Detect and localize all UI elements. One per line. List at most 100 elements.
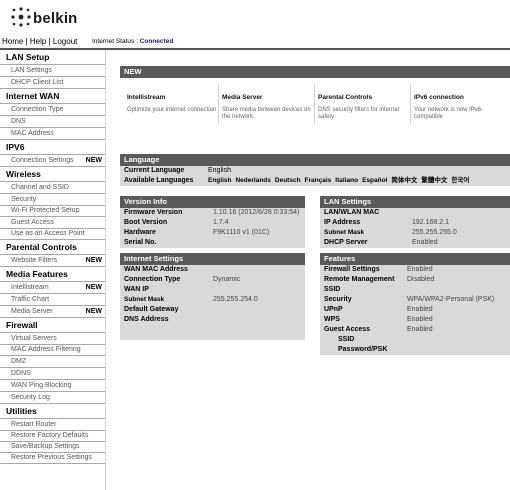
- sidebar-item-media-server[interactable]: Media Server NEW: [0, 306, 105, 318]
- sidebar-item-intellistream[interactable]: Intellistream NEW: [0, 282, 105, 294]
- sidebar-item-restore-previous-settings[interactable]: Restore Previous Settings: [0, 453, 105, 464]
- info-row: Hardware F9K1110 v1 (01C): [120, 228, 305, 238]
- info-row: SSID: [320, 335, 510, 345]
- language-option[interactable]: 繁體中文: [421, 177, 447, 184]
- sidebar-item-dns[interactable]: DNS: [0, 116, 105, 128]
- language-option[interactable]: 简体中文: [391, 177, 417, 184]
- feature-media-server[interactable]: Media Server Share media between devices…: [218, 84, 316, 124]
- sidebar-section-title: Utilities: [0, 404, 105, 419]
- info-label: WPS: [324, 316, 340, 323]
- nav-separator: |: [48, 37, 51, 46]
- sidebar-item-label: Virtual Servers: [11, 335, 57, 342]
- info-label: Firewall Settings: [324, 266, 380, 273]
- sidebar-item-save-backup-settings[interactable]: Save/Backup Settings: [0, 442, 105, 453]
- features-header: Features: [320, 253, 510, 265]
- sidebar-item-ddns[interactable]: DDNS: [0, 368, 105, 380]
- sidebar-item-label: MAC Address: [11, 130, 54, 137]
- info-label: Boot Version: [124, 219, 168, 226]
- info-value: Enabled: [407, 306, 433, 313]
- info-row: Connection Type Dynamic: [120, 275, 305, 285]
- sidebar-section-title: Firewall: [0, 318, 105, 333]
- info-value: Disabled: [407, 276, 435, 283]
- sidebar-item-label: LAN Settings: [11, 67, 52, 74]
- main-content: NEW Intellistream Optimize your internet…: [115, 50, 510, 490]
- info-row: DHCP Server Enabled: [320, 238, 510, 248]
- sidebar-item-use-as-an-access-point[interactable]: Use as an Access Point: [0, 229, 105, 240]
- logout-link[interactable]: Logout: [53, 37, 77, 46]
- info-row: WAN MAC Address: [120, 265, 305, 275]
- feature-parental-controls[interactable]: Parental Controls DNS security filters f…: [314, 84, 412, 124]
- sidebar-item-virtual-servers[interactable]: Virtual Servers: [0, 333, 105, 345]
- features-panel: Features Firewall Settings Enabled Remote …: [320, 253, 510, 355]
- info-value: 192.168.2.1: [412, 219, 449, 226]
- language-option[interactable]: English: [208, 177, 231, 184]
- info-value: Enabled: [407, 326, 433, 333]
- info-row: Security WPA/WPA2-Personal (PSK): [320, 295, 510, 305]
- sidebar-item-label: Website Filters: [11, 257, 58, 264]
- help-link[interactable]: Help: [30, 37, 46, 46]
- feature-description: Share media between devices on the netwo…: [222, 107, 311, 120]
- sidebar-item-label: DNS: [11, 118, 26, 125]
- sidebar-item-traffic-chart[interactable]: Traffic Chart: [0, 294, 105, 306]
- sidebar-item-mac-address-filtering[interactable]: MAC Address Filtering: [0, 345, 105, 356]
- info-label: IP Address: [324, 219, 361, 226]
- sidebar-item-restart-router[interactable]: Restart Router: [0, 419, 105, 431]
- info-label: Serial No.: [124, 239, 157, 246]
- sidebar-item-lan-settings[interactable]: LAN Settings: [0, 65, 105, 77]
- info-label: DNS Address: [124, 316, 169, 323]
- sidebar-item-security-log[interactable]: Security Log: [0, 392, 105, 404]
- sidebar-section-title: Internet WAN: [0, 89, 105, 104]
- language-option[interactable]: Italiano: [335, 177, 358, 184]
- info-row: LAN/WLAN MAC: [320, 208, 510, 218]
- info-value: 255.255.254.0: [213, 296, 258, 303]
- sidebar-item-label: Media Server: [11, 308, 53, 315]
- sidebar-item-label: MAC Address Filtering: [11, 346, 81, 353]
- info-row: DNS Address: [120, 315, 305, 325]
- language-option[interactable]: Nederlands: [235, 177, 270, 184]
- info-label: UPnP: [324, 306, 343, 313]
- sidebar-item-guest-access[interactable]: Guest Access: [0, 217, 105, 229]
- sidebar-item-channel-and-ssid[interactable]: Channel and SSID: [0, 182, 105, 194]
- info-row: Guest Access Enabled: [320, 325, 510, 335]
- feature-title: Intellistream: [127, 94, 166, 101]
- info-label: WAN MAC Address: [124, 266, 188, 273]
- home-link[interactable]: Home: [2, 37, 23, 46]
- language-option[interactable]: 한국어: [451, 177, 469, 184]
- info-label: SSID: [338, 336, 355, 343]
- feature-intellistream[interactable]: Intellistream Optimize your internet con…: [124, 84, 221, 124]
- sidebar-item-connection-type[interactable]: Connection Type: [0, 104, 105, 116]
- sidebar-item-connection-settings[interactable]: Connection Settings NEW: [0, 155, 105, 167]
- info-row: SSID: [320, 285, 510, 295]
- info-value: Dynamic: [213, 276, 241, 283]
- info-row: WAN IP: [120, 285, 305, 295]
- feature-ipv6-connection[interactable]: IPv6 connection Your network is now IPv6…: [410, 84, 508, 124]
- sidebar-item-dhcp-client-list[interactable]: DHCP Client List: [0, 77, 105, 89]
- sidebar-item-security[interactable]: Security: [0, 194, 105, 206]
- sidebar-item-website-filters[interactable]: Website Filters NEW: [0, 255, 105, 267]
- language-option[interactable]: Español: [362, 177, 387, 184]
- lan-settings-header: LAN Settings: [320, 196, 510, 208]
- sidebar-item-mac-address[interactable]: MAC Address: [0, 128, 105, 140]
- info-value: WPA/WPA2-Personal (PSK): [407, 296, 495, 303]
- sidebar-item-dmz[interactable]: DMZ: [0, 356, 105, 368]
- language-panel: Language Current Language English Availa…: [120, 154, 510, 186]
- info-row: Subnet Mask 255.255.254.0: [120, 295, 305, 305]
- info-value: 1.10.16 (2012/6/28 0:33:54): [213, 209, 300, 216]
- sidebar-item-label: Save/Backup Settings: [11, 443, 80, 450]
- available-languages-row: Available Languages English Nederlands Deu…: [120, 176, 510, 186]
- info-value: Enabled: [407, 266, 433, 273]
- sidebar-item-restore-factory-defaults[interactable]: Restore Factory Defaults: [0, 431, 105, 442]
- info-label: SSID: [324, 286, 341, 293]
- sidebar-item-wan-ping-blocking[interactable]: WAN Ping Blocking: [0, 380, 105, 392]
- info-row: IP Address 192.168.2.1: [320, 218, 510, 228]
- language-option[interactable]: Deutsch: [275, 177, 301, 184]
- belkin-logo: belkin: [10, 6, 90, 32]
- belkin-logo-dots-icon: [11, 7, 31, 27]
- language-option[interactable]: Français: [305, 177, 332, 184]
- sidebar-item-wi-fi-protected-setup[interactable]: Wi-Fi Protected Setup: [0, 206, 105, 217]
- info-row: UPnP Enabled: [320, 305, 510, 315]
- feature-title: Media Server: [222, 94, 263, 101]
- info-label: Hardware: [124, 229, 156, 236]
- new-badge: NEW: [85, 308, 102, 315]
- lan-settings-panel: LAN Settings LAN/WLAN MAC IP Address 192.1…: [320, 196, 510, 248]
